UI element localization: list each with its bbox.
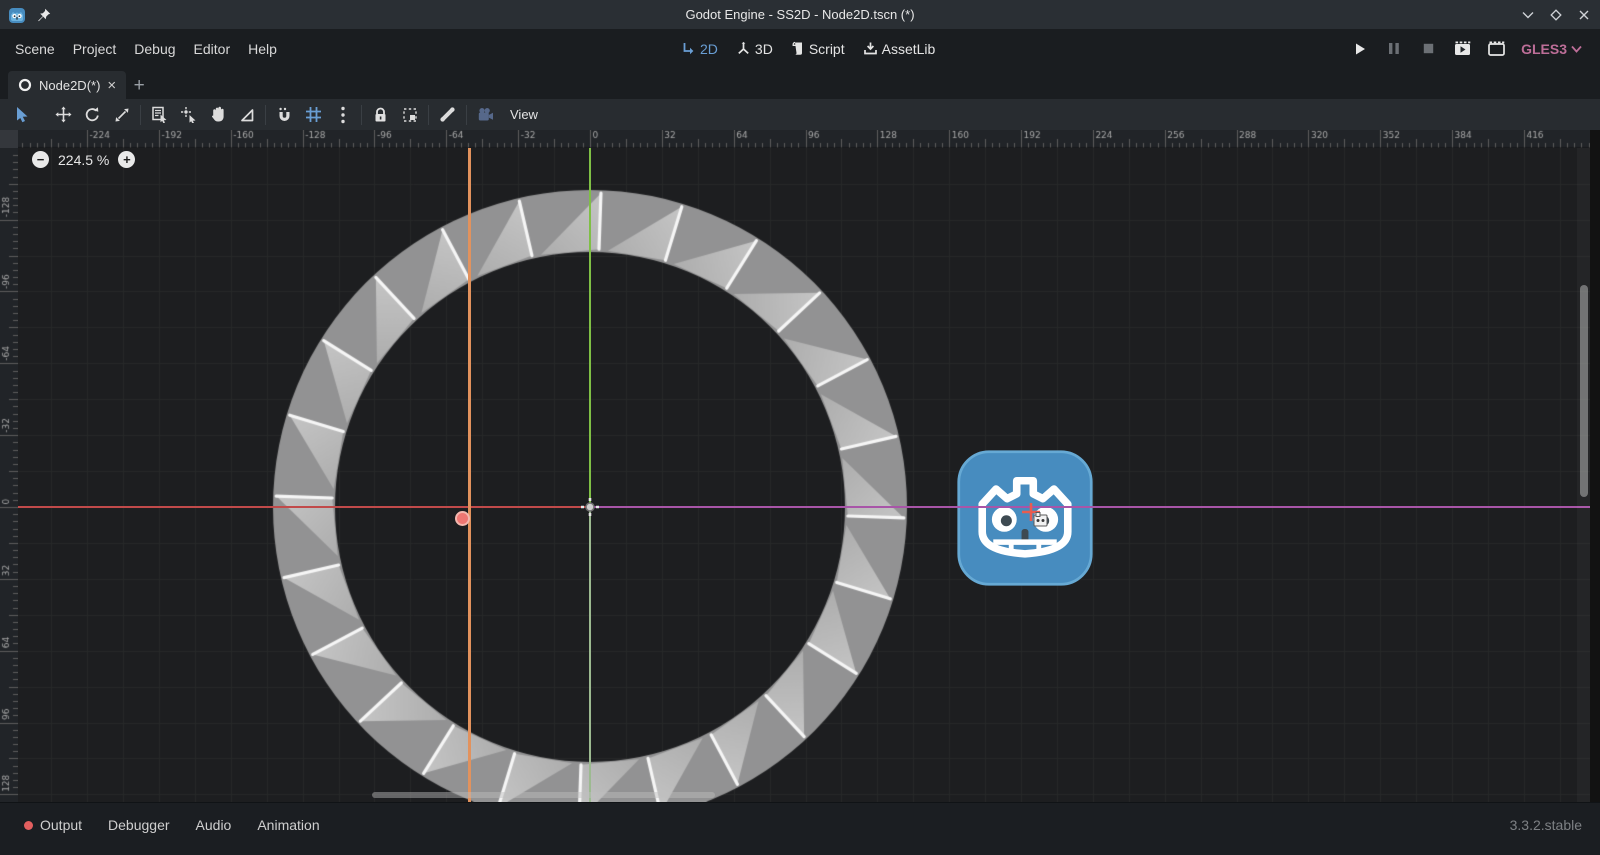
play-custom-scene-button[interactable] xyxy=(1487,40,1505,58)
scale-tool-button[interactable] xyxy=(107,102,136,128)
pan-tool-button[interactable] xyxy=(203,102,232,128)
zoom-level[interactable]: 224.5 % xyxy=(58,152,109,168)
menu-bar: Scene Project Debug Editor Help 2D 3D xyxy=(0,29,1600,68)
scene-tab-node2d[interactable]: Node2D(*) × xyxy=(8,71,126,99)
play-button[interactable] xyxy=(1351,40,1369,58)
add-scene-tab-button[interactable]: + xyxy=(126,73,152,99)
rotate-tool-button[interactable] xyxy=(78,102,107,128)
canvas-toolbar: View xyxy=(0,99,1600,130)
zoom-out-button[interactable]: − xyxy=(32,151,49,168)
camera-icon xyxy=(477,107,494,122)
zoom-in-button[interactable]: + xyxy=(118,151,135,168)
workspace-assetlib-button[interactable]: AssetLib xyxy=(858,41,941,57)
maximize-button[interactable] xyxy=(1548,7,1564,23)
vertical-scrollbar-thumb[interactable] xyxy=(1580,285,1588,497)
shape-point-handle[interactable] xyxy=(455,511,470,526)
workspace-switcher: 2D 3D Script A xyxy=(676,29,940,68)
toolbar-separator xyxy=(140,105,141,125)
pivot-tool-button[interactable] xyxy=(174,102,203,128)
pause-button[interactable] xyxy=(1385,40,1403,58)
godot-logo-sprite[interactable] xyxy=(956,447,1094,589)
assetlib-icon xyxy=(863,41,878,56)
workspace-2d-button[interactable]: 2D xyxy=(676,41,723,57)
ruler-icon xyxy=(239,107,255,123)
pan-hand-icon xyxy=(210,106,226,123)
lock-icon xyxy=(373,107,388,123)
play-scene-button[interactable] xyxy=(1453,40,1471,58)
zoom-controls: − 224.5 % + xyxy=(32,151,135,168)
renderer-selector[interactable]: GLES3 xyxy=(1521,41,1582,57)
override-camera-button[interactable] xyxy=(471,102,500,128)
bottom-panel-bar: Output Debugger Audio Animation 3.3.2.st… xyxy=(0,802,1600,855)
snap-options-button[interactable] xyxy=(328,102,357,128)
vertical-dots-icon xyxy=(340,106,346,124)
godot-editor-window: Godot Engine - SS2D - Node2D.tscn (*) Sc… xyxy=(0,0,1600,855)
ruler-tool-button[interactable] xyxy=(232,102,261,128)
renderer-label: GLES3 xyxy=(1521,41,1567,57)
group-icon xyxy=(402,107,418,123)
scene-tab-bar: Node2D(*) × + xyxy=(0,68,1600,99)
debugger-panel-button[interactable]: Debugger xyxy=(102,817,176,833)
select-tool-button[interactable] xyxy=(8,102,37,128)
grid-snap-button[interactable] xyxy=(299,102,328,128)
group-object-button[interactable] xyxy=(395,102,424,128)
lock-object-button[interactable] xyxy=(366,102,395,128)
viewport-canvas[interactable] xyxy=(18,148,1600,802)
toolbar-separator xyxy=(428,105,429,125)
list-select-button[interactable] xyxy=(145,102,174,128)
bone-icon xyxy=(439,106,456,123)
vertical-ruler[interactable] xyxy=(0,148,18,802)
smart-snap-button[interactable] xyxy=(270,102,299,128)
window-title: Godot Engine - SS2D - Node2D.tscn (*) xyxy=(0,7,1600,22)
window-controls xyxy=(1520,0,1592,29)
output-panel-button[interactable]: Output xyxy=(18,817,88,833)
grid-snap-icon xyxy=(305,106,322,123)
menu-editor[interactable]: Editor xyxy=(185,41,240,57)
horizontal-scrollbar-thumb[interactable] xyxy=(372,792,715,798)
menu-debug[interactable]: Debug xyxy=(125,41,184,57)
output-alert-dot xyxy=(24,821,33,830)
animation-panel-button[interactable]: Animation xyxy=(251,817,325,833)
toolbar-separator xyxy=(265,105,266,125)
node2d-icon xyxy=(18,78,32,92)
pivot-icon xyxy=(180,106,197,123)
scale-icon xyxy=(114,107,130,123)
playback-controls: GLES3 xyxy=(1351,29,1582,68)
audio-panel-button[interactable]: Audio xyxy=(190,817,238,833)
title-bar: Godot Engine - SS2D - Node2D.tscn (*) xyxy=(0,0,1600,29)
horizontal-ruler[interactable] xyxy=(18,130,1600,148)
close-window-button[interactable] xyxy=(1576,7,1592,23)
scene-tab-label: Node2D(*) xyxy=(39,78,100,93)
select-arrow-icon xyxy=(14,106,31,123)
move-icon xyxy=(55,106,72,123)
vertical-guide-line[interactable] xyxy=(468,148,471,802)
magnet-icon xyxy=(277,107,293,123)
stop-button[interactable] xyxy=(1419,40,1437,58)
workspace-3d-button[interactable]: 3D xyxy=(731,41,778,57)
close-tab-icon[interactable]: × xyxy=(107,78,116,93)
view-menu-button[interactable]: View xyxy=(500,107,548,122)
origin-gizmo[interactable] xyxy=(580,497,600,517)
list-select-icon xyxy=(151,106,168,123)
toolbar-separator xyxy=(466,105,467,125)
script-icon xyxy=(791,41,805,56)
rotate-icon xyxy=(84,106,101,123)
menu-project[interactable]: Project xyxy=(64,41,126,57)
chevron-down-icon xyxy=(1571,45,1582,53)
engine-version: 3.3.2.stable xyxy=(1510,817,1582,833)
2d-icon xyxy=(681,41,696,56)
toolbar-separator xyxy=(361,105,362,125)
skeleton-button[interactable] xyxy=(433,102,462,128)
3d-icon xyxy=(736,41,751,56)
menu-help[interactable]: Help xyxy=(239,41,286,57)
minimize-button[interactable] xyxy=(1520,7,1536,23)
ruler-corner xyxy=(0,130,18,148)
workspace-script-button[interactable]: Script xyxy=(786,41,850,57)
move-tool-button[interactable] xyxy=(49,102,78,128)
menu-scene[interactable]: Scene xyxy=(6,41,64,57)
